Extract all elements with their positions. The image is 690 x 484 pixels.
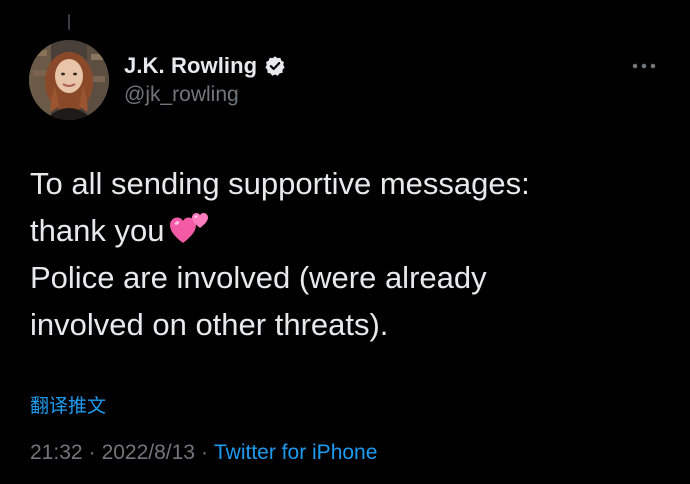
- author-display-name[interactable]: J.K. Rowling: [124, 53, 257, 79]
- tweet-text: To all sending supportive messages: than…: [30, 160, 670, 348]
- tweet-author: J.K. Rowling @jk_rowling: [124, 52, 286, 107]
- translate-tweet-link[interactable]: 翻译推文: [30, 391, 106, 418]
- avatar[interactable]: [29, 40, 109, 120]
- tweet-date[interactable]: 2022/8/13: [102, 441, 195, 464]
- tweet-text-line-1: To all sending supportive messages:: [30, 166, 530, 201]
- tweet-text-line-2-words: thank you: [30, 213, 165, 248]
- author-name-row: J.K. Rowling: [124, 52, 286, 80]
- tweet-text-line-4: involved on other threats).: [30, 307, 389, 342]
- tweet-text-line-2: thank you: [30, 207, 670, 254]
- meta-separator: ·: [201, 441, 208, 464]
- author-handle[interactable]: @jk_rowling: [124, 83, 286, 107]
- meta-separator: ·: [88, 441, 96, 464]
- tweet-source-link[interactable]: Twitter for iPhone: [214, 441, 377, 464]
- two-hearts-emoji-icon: [170, 211, 210, 245]
- thread-connector-line: [68, 14, 70, 30]
- tweet-time[interactable]: 21:32: [30, 441, 83, 464]
- verified-badge-icon: [264, 55, 286, 77]
- tweet-metadata: 21:32 · 2022/8/13 · Twitter for iPhone: [30, 441, 377, 465]
- tweet-text-line-3: Police are involved (were already: [30, 260, 487, 295]
- more-options-icon[interactable]: [630, 58, 658, 74]
